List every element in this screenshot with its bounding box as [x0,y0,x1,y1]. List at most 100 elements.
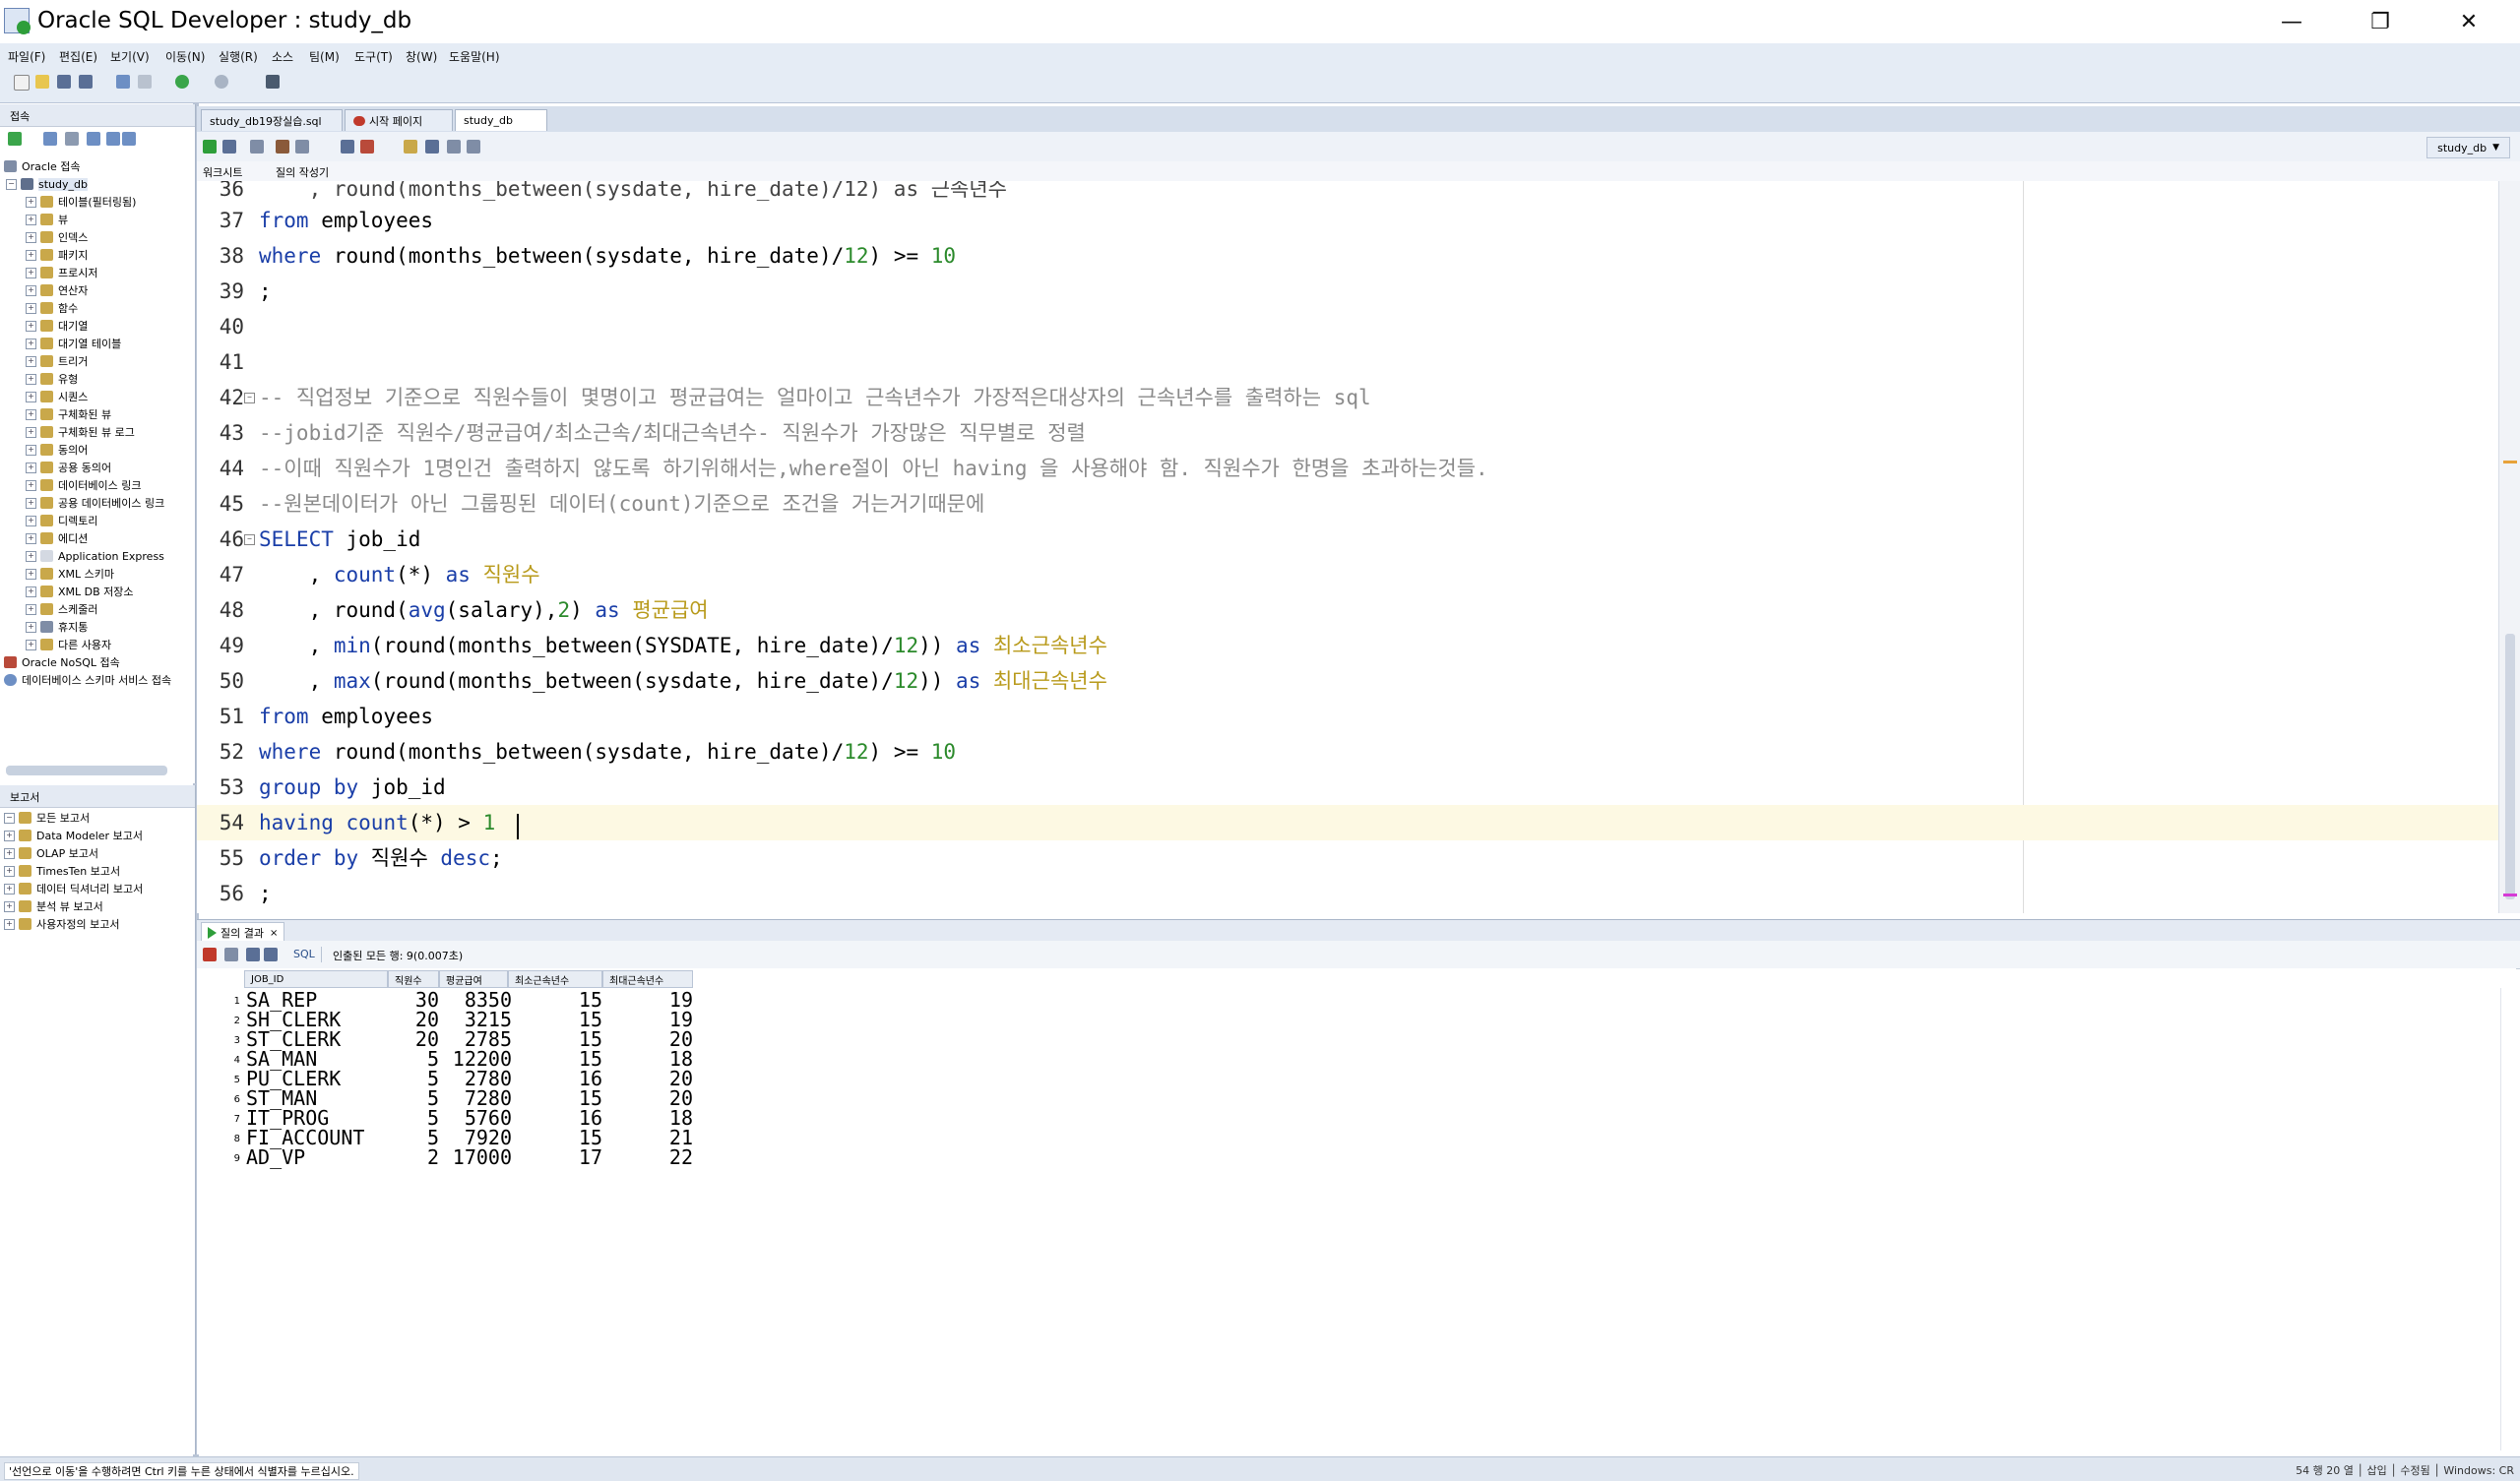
save-all-icon[interactable] [79,75,93,89]
open-folder-icon[interactable] [35,75,49,89]
tree-root-oracle[interactable]: Oracle 접속 [4,157,81,175]
menu-view[interactable]: 보기(V) [110,48,150,65]
table-row[interactable]: 4 SA_MAN 5 12200 15 18 [197,1049,709,1069]
tree-item[interactable]: + 뷰 [26,211,68,228]
tree-item[interactable]: + 연산자 [26,281,88,299]
menu-tools[interactable]: 도구(T) [354,48,393,65]
tree-item[interactable]: + 구체화된 뷰 [26,405,111,423]
tree-root-schema-service[interactable]: 데이터베이스 스키마 서비스 접속 [4,671,171,689]
tree-item[interactable]: + XML 스키마 [26,565,114,583]
results-grid[interactable]: JOB_ID 직원수 평균급여 최소근속년수 최대근속년수 1 SA_REP 30 8… [197,968,2516,1454]
redo-icon[interactable] [138,75,152,89]
binoculars-icon[interactable] [266,75,280,89]
results-vscrollbar[interactable] [2500,988,2517,1450]
disconnect-icon[interactable] [122,132,136,146]
table-row[interactable]: 7 IT_PROG 5 5760 16 18 [197,1108,709,1128]
tree-item[interactable]: + Application Express [26,547,164,565]
table-row[interactable]: 9 AD_VP 2 17000 17 22 [197,1147,709,1167]
tree-item[interactable]: + 공용 동의어 [26,459,111,476]
menu-run[interactable]: 실행(R) [219,48,258,65]
undo-icon[interactable] [116,75,130,89]
tab-query-builder[interactable]: 질의 작성기 [276,164,329,180]
report-item[interactable]: − 모든 보고서 [4,809,90,827]
tab-study-db19-sql[interactable]: study_db19장실습.sql [201,109,343,131]
refresh-results-icon[interactable] [264,948,278,961]
table-row[interactable]: 5 PU_CLERK 5 2780 16 20 [197,1069,709,1088]
menu-navigate[interactable]: 이동(N) [165,48,205,65]
column-header-job-id[interactable]: JOB_ID [244,970,388,988]
close-button[interactable]: ✕ [2425,0,2513,43]
tree-item[interactable]: + 트리거 [26,352,88,370]
code-editor[interactable]: 36 , round(months_between(sysdate, hire_… [197,181,2498,913]
table-row[interactable]: 3 ST_CLERK 20 2785 15 20 [197,1029,709,1049]
warning-marker[interactable] [2503,461,2517,463]
tree-item[interactable]: + XML DB 저장소 [26,583,134,600]
menu-help[interactable]: 도움말(H) [449,48,500,65]
pin-icon[interactable] [203,948,217,961]
commit-icon[interactable] [250,140,264,154]
menu-edit[interactable]: 편집(E) [59,48,97,65]
tree-item[interactable]: + 다른 사용자 [26,636,111,653]
report-item[interactable]: + OLAP 보고서 [4,844,98,862]
new-file-icon[interactable] [14,75,30,91]
tree-item[interactable]: + 인덱스 [26,228,88,246]
tree-item[interactable]: + 스케줄러 [26,600,97,618]
run-script-icon[interactable] [222,140,236,154]
column-header-max-years[interactable]: 최대근속년수 [602,970,693,988]
tree-item[interactable]: + 패키지 [26,246,88,264]
autotrace-icon[interactable] [295,140,309,154]
save-icon[interactable] [57,75,71,89]
connections-hscrollbar[interactable] [6,766,167,775]
tree-item[interactable]: + 휴지통 [26,618,88,636]
format-icon[interactable] [447,140,461,154]
tree-item[interactable]: + 함수 [26,299,78,317]
history-icon[interactable] [425,140,439,154]
fold-toggle[interactable]: − [244,393,255,403]
report-item[interactable]: + 분석 뷰 보고서 [4,897,103,915]
editor-scroll-thumb[interactable] [2505,634,2515,899]
tree-item[interactable]: + 테이블(필터링됨) [26,193,136,211]
minimize-button[interactable]: — [2247,0,2336,43]
table-row[interactable]: 6 ST_MAN 5 7280 15 20 [197,1088,709,1108]
tree-item[interactable]: + 데이터베이스 링크 [26,476,141,494]
tab-study-db[interactable]: study_db [455,109,547,131]
tab-start-page[interactable]: 시작 페이지 [345,109,453,131]
explain-plan-icon[interactable] [341,140,354,154]
export-icon[interactable] [246,948,260,961]
table-row[interactable]: 2 SH_CLERK 20 3215 15 19 [197,1010,709,1029]
tree-item[interactable]: + 동의어 [26,441,88,459]
menu-window[interactable]: 창(W) [406,48,437,65]
connection-select[interactable]: study_db ▼ [2426,137,2510,158]
tree-item[interactable]: + 시퀀스 [26,388,88,405]
tree-item[interactable]: + 에디션 [26,529,88,547]
menu-file[interactable]: 파일(F) [8,48,45,65]
maximize-button[interactable]: ❐ [2336,0,2425,43]
tab-query-result[interactable]: 질의 결과 × [201,922,285,943]
back-icon[interactable] [175,75,189,89]
report-item[interactable]: + TimesTen 보고서 [4,862,120,880]
column-header-emp-count[interactable]: 직원수 [388,970,439,988]
filter-icon[interactable] [65,132,79,146]
fold-toggle[interactable]: − [244,534,255,545]
table-row[interactable]: 1 SA_REP 30 8350 15 19 [197,990,709,1010]
error-marker[interactable] [2503,894,2517,896]
add-connection-icon[interactable] [8,132,22,146]
schema-browser-icon[interactable] [87,132,100,146]
refresh-icon[interactable] [43,132,57,146]
rollback-icon[interactable] [276,140,289,154]
sql-link[interactable]: SQL [293,948,315,960]
print-icon[interactable] [224,948,238,961]
tree-item[interactable]: + 공용 데이터베이스 링크 [26,494,164,512]
report-item[interactable]: + 사용자정의 보고서 [4,915,119,933]
tree-item[interactable]: + 대기열 [26,317,88,335]
tree-item[interactable]: + 유형 [26,370,78,388]
run-statement-icon[interactable] [203,140,217,154]
forward-icon[interactable] [215,75,228,89]
clear-icon[interactable] [404,140,417,154]
tuning-icon[interactable] [360,140,374,154]
tab-worksheet[interactable]: 워크시트 [203,164,242,180]
tree-item[interactable]: + 프로시저 [26,264,97,281]
report-item[interactable]: + Data Modeler 보고서 [4,827,143,844]
table-row[interactable]: 8 FI_ACCOUNT 5 7920 15 21 [197,1128,709,1147]
report-item[interactable]: + 데이터 딕셔너리 보고서 [4,880,143,897]
